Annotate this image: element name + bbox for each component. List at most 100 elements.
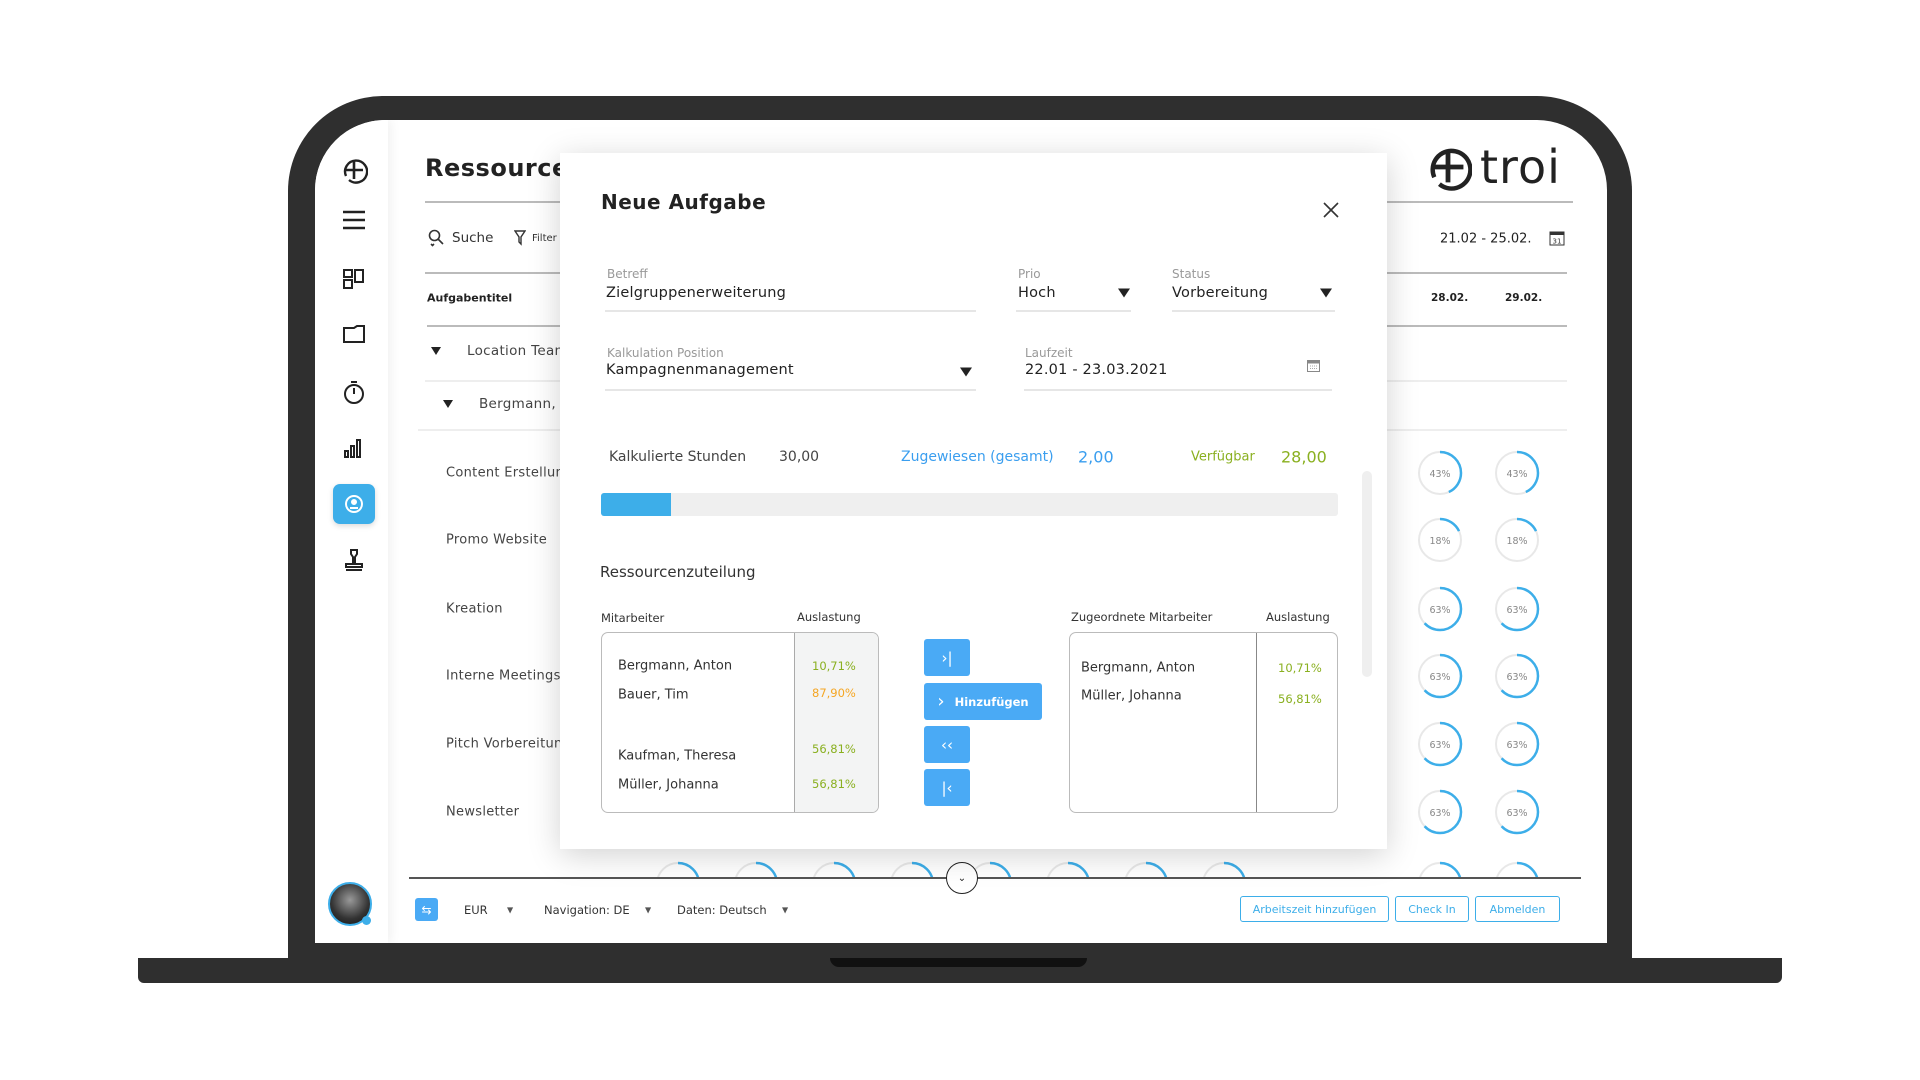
status-select[interactable]: Vorbereitung — [1172, 285, 1268, 301]
add-button[interactable]: › Hinzufügen — [924, 683, 1042, 720]
app-screen: Ressourcen troi Suche Filter 21.02 - 25.… — [315, 120, 1607, 943]
column-divider — [1256, 633, 1257, 812]
double-chevron-left-icon: ‹‹ — [941, 735, 953, 754]
employee-load: 56,81% — [812, 742, 856, 756]
load-circle-label: 63% — [1506, 605, 1527, 616]
employee-name[interactable]: Bauer, Tim — [618, 688, 689, 703]
betreff-input[interactable]: Zielgruppenerweiterung — [606, 285, 786, 301]
load-circle-arc — [889, 861, 935, 878]
load-circle-label: 63% — [1429, 672, 1450, 683]
employee-load: 56,81% — [812, 777, 856, 791]
folder-icon[interactable] — [336, 316, 372, 352]
menu-icon[interactable] — [336, 202, 372, 238]
kalkulation-select[interactable]: Kampagnenmanagement — [606, 362, 794, 378]
employee-name[interactable]: Bergmann, Anton — [1081, 661, 1195, 676]
expand-person-toggle[interactable] — [443, 400, 453, 408]
load-circle-label: 63% — [1429, 740, 1450, 751]
resource-planning-icon[interactable] — [333, 484, 375, 524]
troi-logo: troi — [1424, 140, 1561, 194]
stamp-icon[interactable] — [336, 542, 372, 578]
assigned-hours-value: 2,00 — [1078, 447, 1114, 467]
calendar-icon[interactable] — [1307, 360, 1320, 372]
laptop-notch — [830, 958, 1087, 967]
navigation-language-select[interactable]: Navigation: DE — [544, 903, 630, 917]
employee-name[interactable]: Müller, Johanna — [1081, 689, 1182, 704]
filter-button[interactable]: Filter — [514, 230, 557, 246]
employee-load: 56,81% — [1278, 692, 1322, 706]
partial-load-circles — [655, 861, 1540, 878]
move-all-right-button[interactable]: ›| — [924, 639, 970, 676]
group-row-label[interactable]: Location Team — [467, 343, 568, 359]
load-circle: 63% — [1417, 721, 1463, 767]
employee-name[interactable]: Müller, Johanna — [618, 778, 719, 793]
check-in-button[interactable]: Check In — [1395, 896, 1469, 922]
stopwatch-icon[interactable] — [336, 374, 372, 410]
search-button[interactable]: Suche — [428, 229, 493, 247]
load-circle-arc — [1123, 861, 1169, 878]
chevron-right-icon: › — [937, 691, 945, 712]
swap-toggle-button[interactable]: ⇆ — [415, 898, 438, 921]
employee-name[interactable]: Kaufman, Theresa — [618, 749, 736, 764]
brand-name: troi — [1480, 140, 1561, 194]
load-circle — [1494, 861, 1540, 878]
load-circle — [733, 861, 779, 878]
add-working-time-button[interactable]: Arbeitszeit hinzufügen — [1240, 896, 1389, 922]
partial-row — [409, 860, 1581, 878]
task-row-label[interactable]: Promo Website — [446, 533, 547, 548]
prio-label: Prio — [1018, 267, 1041, 281]
task-row-label[interactable]: Interne Meetings — [446, 669, 561, 684]
load-indicator: 18% — [1416, 516, 1464, 568]
troi-plus-logo-icon[interactable] — [336, 152, 372, 188]
assigned-employee-list: Bergmann, Anton 10,71% Müller, Johanna 56,8… — [1069, 632, 1338, 813]
load-circle: 63% — [1417, 653, 1463, 699]
task-row-label[interactable]: Kreation — [446, 602, 503, 617]
filter-icon — [514, 230, 526, 246]
move-all-left-button[interactable]: |‹ — [924, 769, 970, 806]
task-row-label[interactable]: Content Erstellung — [446, 466, 573, 481]
scroll-down-button[interactable]: ⌄ — [946, 862, 978, 894]
prio-select[interactable]: Hoch — [1018, 285, 1056, 301]
dialog-scrollbar[interactable] — [1362, 471, 1372, 677]
bar-chart-icon[interactable] — [336, 430, 372, 466]
task-row-label[interactable]: Pitch Vorbereitung — [446, 737, 571, 752]
currency-select[interactable]: EUR — [464, 903, 488, 917]
caret-down-icon[interactable] — [960, 367, 972, 377]
employee-load: 87,90% — [812, 686, 856, 700]
available-hours-label: Verfügbar — [1191, 449, 1255, 465]
troi-logo-icon — [1430, 148, 1472, 191]
load-circle-label: 63% — [1429, 808, 1450, 819]
hours-progress-fill — [601, 493, 671, 516]
load-circle — [1045, 861, 1091, 878]
task-row-label[interactable]: Newsletter — [446, 805, 519, 820]
caret-down-icon[interactable] — [1320, 288, 1332, 298]
load-circle-label: 18% — [1429, 536, 1450, 547]
filter-label: Filter — [532, 232, 557, 244]
section-title: Ressourcenzuteilung — [600, 563, 756, 581]
expand-group-toggle[interactable] — [431, 347, 441, 355]
load-circle-arc — [1045, 861, 1091, 878]
laufzeit-input[interactable]: 22.01 - 23.03.2021 — [1025, 362, 1168, 378]
load-circle — [811, 861, 857, 878]
dashboard-icon[interactable] — [336, 261, 372, 297]
employee-load: 10,71% — [812, 659, 856, 673]
data-language-select[interactable]: Daten: Deutsch — [677, 903, 767, 917]
load-circle: 63% — [1494, 586, 1540, 632]
search-label: Suche — [452, 230, 494, 246]
load-circle: 63% — [1417, 789, 1463, 835]
load-circle-label: 63% — [1429, 605, 1450, 616]
new-task-dialog: Neue Aufgabe Betreff Zielgruppenerweiter… — [560, 153, 1387, 849]
load-indicator: 63% — [1416, 585, 1464, 637]
logout-button[interactable]: Abmelden — [1475, 896, 1560, 922]
load-circle-arc — [1201, 861, 1247, 878]
load-indicator: 63% — [1416, 720, 1464, 772]
close-icon[interactable] — [1322, 201, 1340, 219]
caret-down-icon[interactable] — [1118, 288, 1130, 298]
employee-name[interactable]: Bergmann, Anton — [618, 659, 732, 674]
remove-selected-button[interactable]: ‹‹ — [924, 726, 970, 763]
load-circle-label: 18% — [1506, 536, 1527, 547]
calendar-icon[interactable]: 31 — [1549, 230, 1565, 246]
online-status-dot — [362, 916, 371, 925]
load-indicator: 43% — [1416, 449, 1464, 501]
date-range: 21.02 - 25.02. — [1440, 231, 1532, 247]
load-circle-arc — [1417, 861, 1463, 878]
